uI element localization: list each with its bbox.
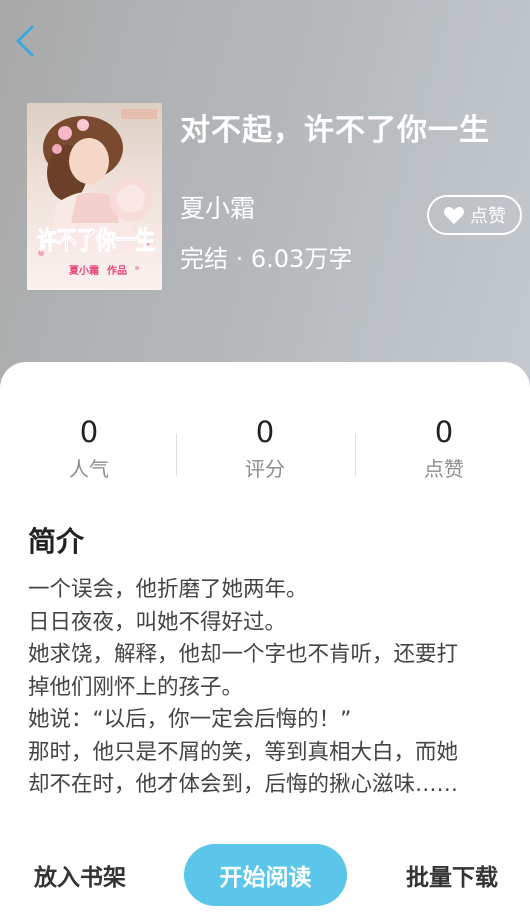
synopsis-title: 简介	[28, 525, 85, 558]
stat-likes: 0 点赞	[355, 414, 530, 482]
stat-label: 评分	[245, 457, 285, 481]
book-status: 完结 · 6.03万字	[180, 245, 353, 273]
like-button[interactable]: 点赞	[427, 195, 522, 235]
heart-icon	[444, 206, 464, 225]
chevron-left-icon	[16, 25, 34, 57]
synopsis-line: 掉他们刚怀上的孩子。	[28, 674, 244, 700]
back-button[interactable]	[8, 22, 42, 60]
stat-value: 0	[434, 415, 454, 449]
book-title: 对不起，许不了你一生	[180, 113, 490, 148]
stat-rating: 0 评分	[176, 414, 354, 482]
stats-row: 0 人气 0 评分 0 点赞	[0, 414, 530, 494]
cover-illustration: 许不了你一生 夏小霜 作品	[27, 103, 162, 290]
synopsis-line: 日日夜夜，叫她不得好过。	[28, 609, 287, 635]
like-button-label: 点赞	[470, 206, 506, 227]
synopsis-line: 那时，他只是不屑的笑，等到真相大白，而她	[28, 739, 459, 765]
batch-download-button[interactable]: 批量下载	[390, 844, 514, 906]
cover-title-art: 许不了你一生	[37, 226, 155, 255]
book-cover[interactable]: 许不了你一生 夏小霜 作品	[27, 103, 162, 290]
cover-author-art: 夏小霜	[68, 264, 99, 277]
bottom-action-bar: 放入书架 开始阅读 批量下载	[0, 844, 530, 914]
synopsis-line: 她说：“以后，你一定会后悔的！”	[28, 707, 352, 732]
stat-value: 0	[255, 415, 275, 449]
stat-label: 人气	[69, 457, 109, 481]
add-to-shelf-button[interactable]: 放入书架	[18, 844, 142, 906]
synopsis-line: 她求饶，解释，他却一个字也不肯听，还要打	[28, 642, 459, 667]
stat-value: 0	[79, 415, 99, 449]
synopsis-text: 一个误会，他折磨了她两年。 日日夜夜，叫她不得好过。 她求饶，解释，他却一个字也…	[28, 574, 508, 802]
book-header: 许不了你一生 夏小霜 作品 对不起，许不了你一生 夏小霜 完结 · 6.03万字…	[0, 0, 530, 400]
stat-popularity: 0 人气	[0, 414, 178, 482]
synopsis-line: 一个误会，他折磨了她两年。	[28, 577, 308, 602]
start-reading-button[interactable]: 开始阅读	[184, 844, 347, 906]
detail-sheet: 0 人气 0 评分 0 点赞 简介 一个误会，他折磨了她两年。 日日夜夜，叫她不…	[0, 362, 530, 920]
cover-author-suffix: 作品	[107, 264, 127, 277]
book-author[interactable]: 夏小霜	[180, 189, 255, 225]
stat-label: 点赞	[424, 457, 464, 481]
synopsis-line: 却不在时，他才体会到，后悔的揪心滋味……	[28, 772, 459, 797]
